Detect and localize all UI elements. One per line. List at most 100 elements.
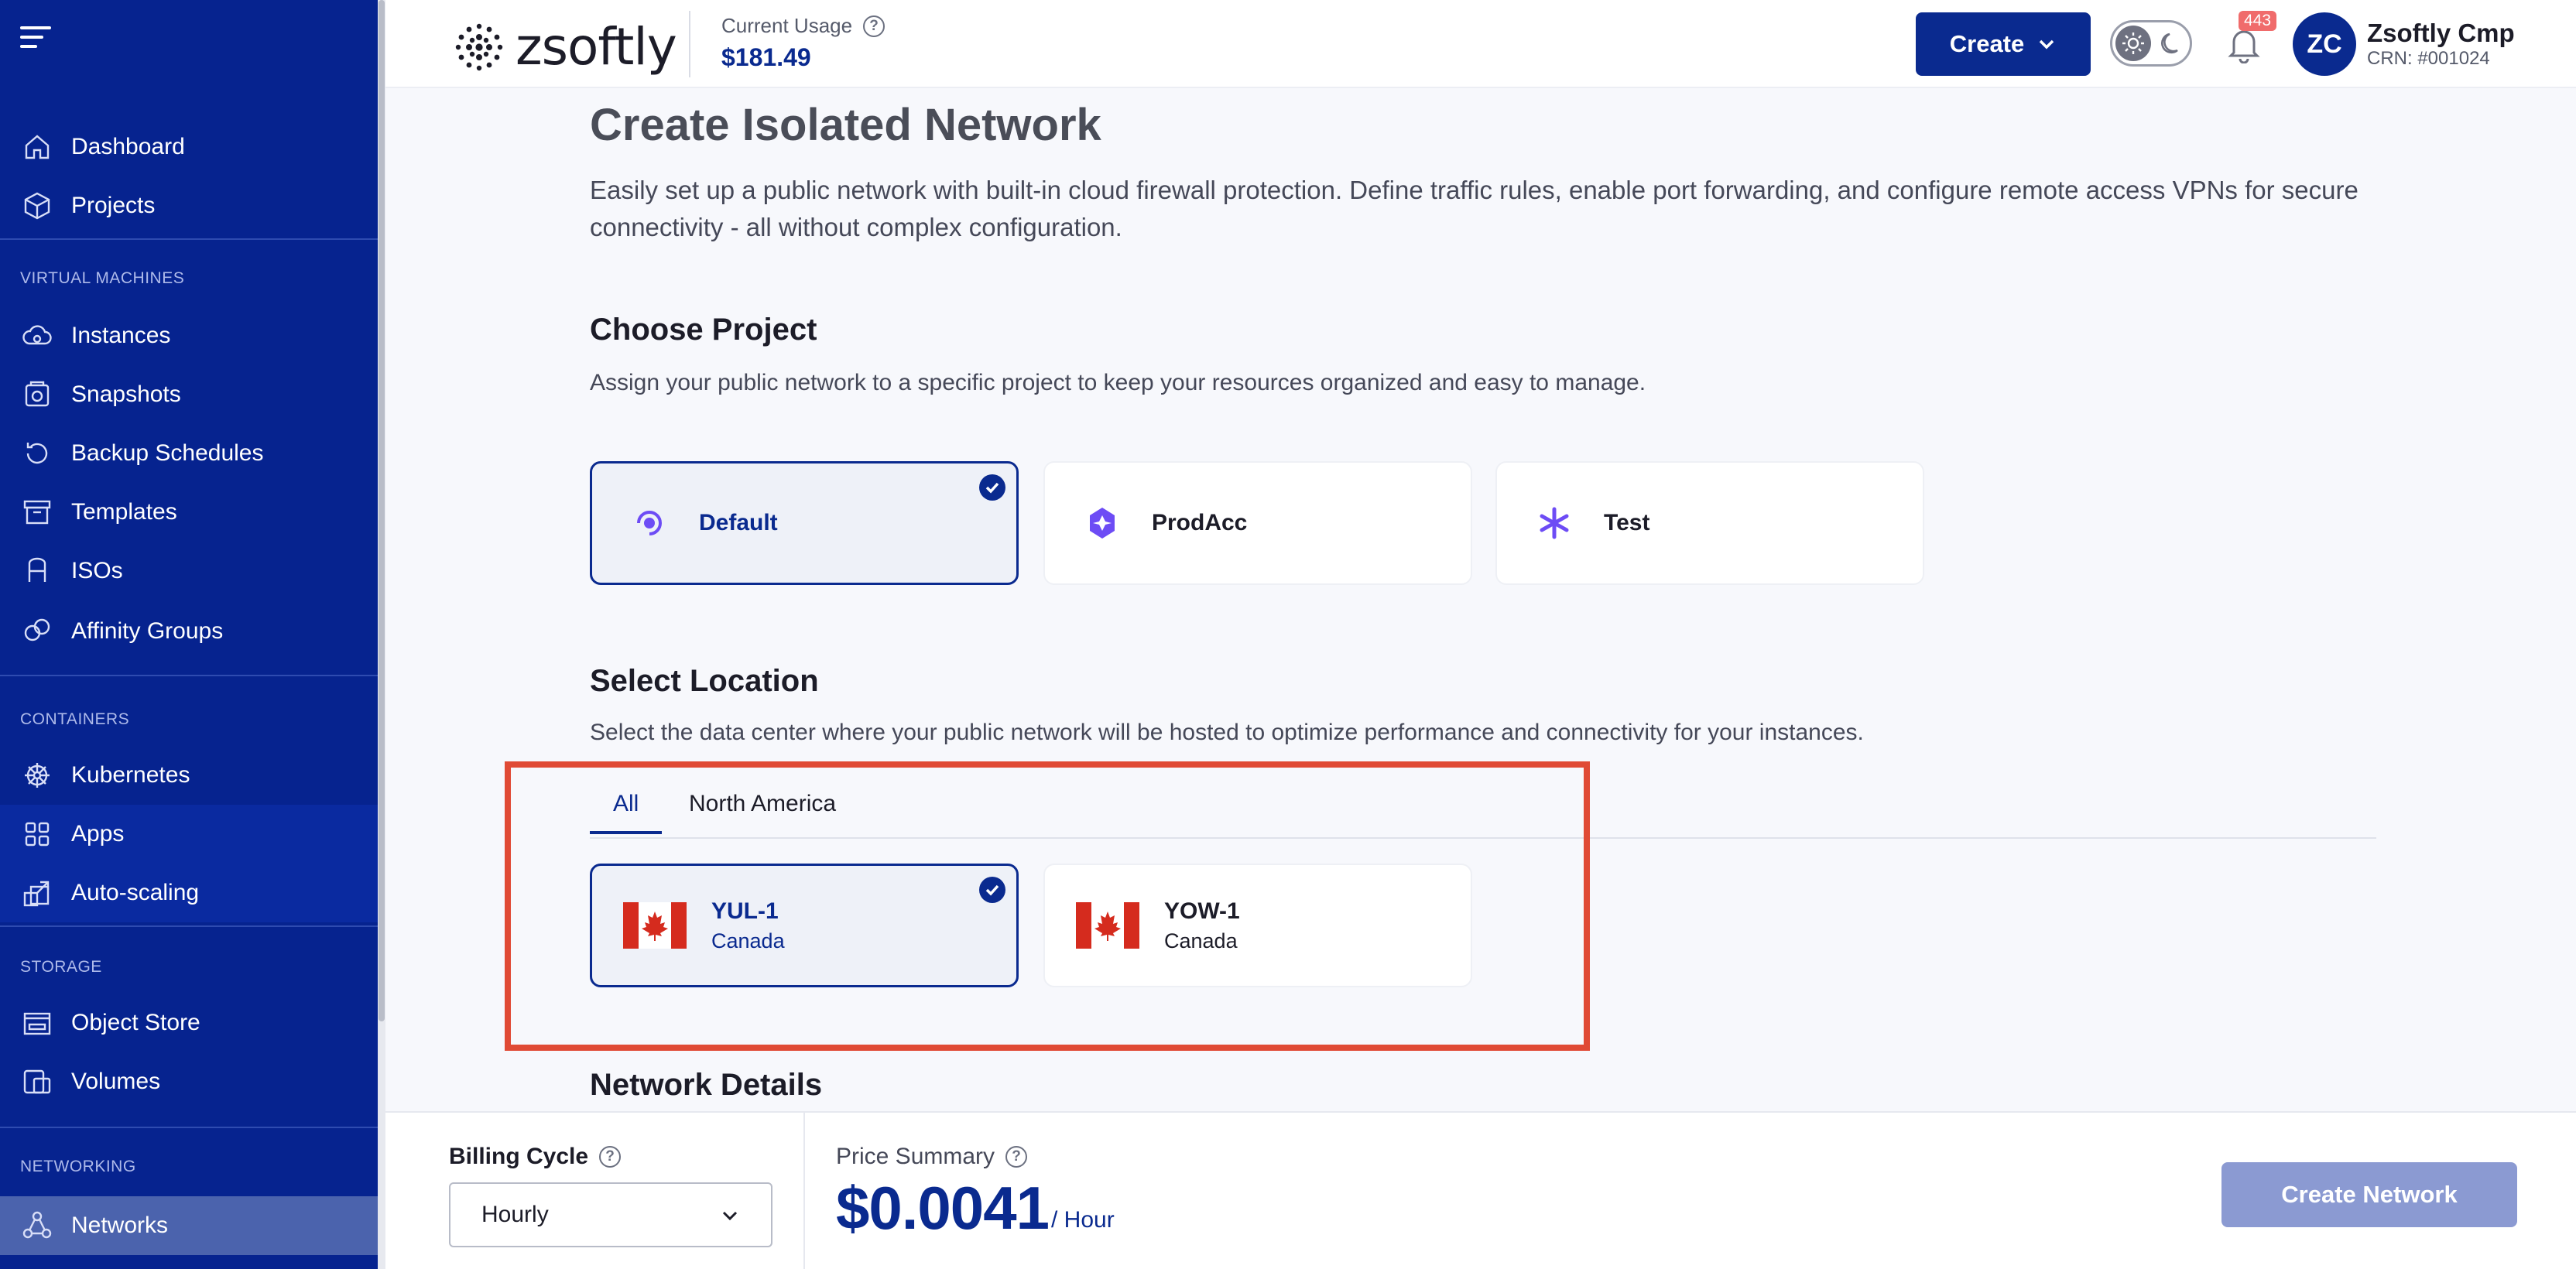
price-unit: / Hour — [1051, 1207, 1115, 1233]
section-storage: STORAGE — [20, 958, 102, 976]
project-label: ProdAcc — [1152, 510, 1248, 535]
divider — [689, 11, 690, 77]
sidebar-item-label: Object Store — [71, 1010, 200, 1035]
page-title: Create Isolated Network — [590, 100, 1101, 150]
snapshot-icon — [20, 378, 54, 412]
check-icon — [979, 474, 1005, 501]
sidebar-item-label: Affinity Groups — [71, 618, 224, 644]
price-summary-label: Price Summary ? — [836, 1144, 1028, 1170]
logo-text: zsoftly — [516, 17, 677, 77]
create-button-label: Create — [1949, 30, 2025, 57]
billing-cycle-select[interactable]: Hourly — [449, 1182, 772, 1247]
volumes-icon — [20, 1065, 54, 1099]
project-label: Default — [699, 510, 778, 535]
sidebar-item-label: Networks — [71, 1213, 169, 1238]
sidebar-item-volumes[interactable]: Volumes — [0, 1052, 378, 1111]
sidebar-item-label: Apps — [71, 821, 125, 847]
object-store-icon — [20, 1006, 54, 1040]
logo-icon — [455, 23, 503, 70]
create-network-button[interactable]: Create Network — [2221, 1162, 2517, 1227]
menu-icon[interactable] — [20, 26, 51, 51]
backup-icon — [20, 436, 54, 470]
divider — [0, 238, 378, 240]
price-summary-text: Price Summary — [836, 1144, 995, 1169]
cloud-icon — [20, 319, 54, 353]
divider — [0, 1127, 378, 1128]
kubernetes-icon — [20, 758, 54, 792]
avatar[interactable]: ZC — [2293, 12, 2356, 76]
current-usage-text: Current Usage — [721, 14, 853, 37]
sidebar-item-isos[interactable]: ISOs — [0, 542, 378, 600]
select-location-description: Select the data center where your public… — [590, 720, 1864, 745]
network-icon — [20, 1209, 54, 1243]
home-icon — [20, 130, 54, 164]
sidebar-item-label: Snapshots — [71, 381, 181, 407]
user-name[interactable]: Zsoftly Cmp — [2367, 19, 2515, 48]
theme-toggle[interactable] — [2110, 20, 2192, 67]
sidebar-item-label: Projects — [71, 193, 156, 218]
notification-badge: 443 — [2239, 11, 2277, 31]
sidebar-item-label: Kubernetes — [71, 762, 190, 788]
sidebar-scrollbar-thumb[interactable] — [379, 0, 385, 1021]
help-icon[interactable]: ? — [599, 1146, 622, 1168]
iso-icon — [20, 554, 54, 588]
network-details-title: Network Details — [590, 1068, 823, 1102]
billing-cycle-text: Billing Cycle — [449, 1144, 589, 1169]
user-crn: CRN: #001024 — [2367, 48, 2490, 69]
choose-project-description: Assign your public network to a specific… — [590, 370, 1646, 395]
project-card-default[interactable]: Default — [590, 461, 1019, 585]
divider — [0, 675, 378, 676]
moon-icon — [2161, 32, 2178, 54]
sidebar-item-auto-scaling[interactable]: Auto-scaling — [0, 864, 378, 922]
sidebar-item-snapshots[interactable]: Snapshots — [0, 365, 378, 424]
logo[interactable]: zsoftly — [454, 17, 677, 77]
sidebar-item-label: Instances — [71, 323, 171, 348]
project-prodacc-icon — [1090, 508, 1115, 539]
grid-icon — [20, 817, 54, 851]
sidebar-item-dashboard[interactable]: Dashboard — [0, 118, 378, 176]
sidebar-item-templates[interactable]: Templates — [0, 483, 378, 542]
sun-icon — [2115, 26, 2151, 61]
project-label: Test — [1604, 510, 1650, 535]
scaling-icon — [20, 876, 54, 910]
sidebar: Dashboard Projects VIRTUAL MACHINES Inst… — [0, 0, 385, 1269]
cube-icon — [20, 189, 54, 223]
project-card-prodacc[interactable]: ProdAcc — [1043, 461, 1472, 585]
sidebar-item-affinity-groups[interactable]: Affinity Groups — [0, 602, 378, 661]
sidebar-item-label: Auto-scaling — [71, 880, 200, 905]
project-test-icon — [1540, 507, 1569, 539]
billing-cycle-value: Hourly — [481, 1202, 549, 1227]
section-networking: NETWORKING — [20, 1158, 136, 1175]
section-virtual-machines: VIRTUAL MACHINES — [20, 269, 185, 287]
chevron-down-icon — [2040, 39, 2054, 50]
affinity-icon — [20, 614, 54, 648]
sidebar-item-apps[interactable]: Apps — [0, 805, 378, 864]
divider — [803, 1111, 805, 1269]
sidebar-item-label: ISOs — [71, 558, 123, 583]
sidebar-item-label: Volumes — [71, 1069, 161, 1094]
sidebar-item-object-store[interactable]: Object Store — [0, 994, 378, 1052]
sidebar-item-projects[interactable]: Projects — [0, 176, 378, 235]
project-default-icon — [637, 511, 662, 535]
project-card-test[interactable]: Test — [1495, 461, 1924, 585]
section-containers: CONTAINERS — [20, 710, 130, 728]
sidebar-item-kubernetes[interactable]: Kubernetes — [0, 746, 378, 805]
help-icon[interactable]: ? — [863, 15, 886, 37]
template-icon — [20, 495, 54, 529]
help-icon[interactable]: ? — [1005, 1146, 1028, 1168]
current-usage-label: Current Usage ? — [721, 14, 886, 38]
sidebar-item-networks[interactable]: Networks — [0, 1196, 378, 1255]
divider — [0, 925, 378, 927]
select-location-title: Select Location — [590, 664, 819, 698]
sidebar-item-backup-schedules[interactable]: Backup Schedules — [0, 424, 378, 483]
sidebar-item-instances[interactable]: Instances — [0, 306, 378, 365]
create-button[interactable]: Create — [1916, 12, 2091, 76]
page-description: Easily set up a public network with buil… — [590, 176, 2358, 241]
billing-cycle-label: Billing Cycle ? — [449, 1144, 622, 1170]
sidebar-item-label: Dashboard — [71, 134, 185, 159]
current-usage-value: $181.49 — [721, 43, 811, 71]
chevron-down-icon — [722, 1211, 738, 1221]
choose-project-title: Choose Project — [590, 313, 817, 347]
sidebar-item-label: Backup Schedules — [71, 440, 264, 466]
sidebar-item-label: Templates — [71, 499, 177, 525]
